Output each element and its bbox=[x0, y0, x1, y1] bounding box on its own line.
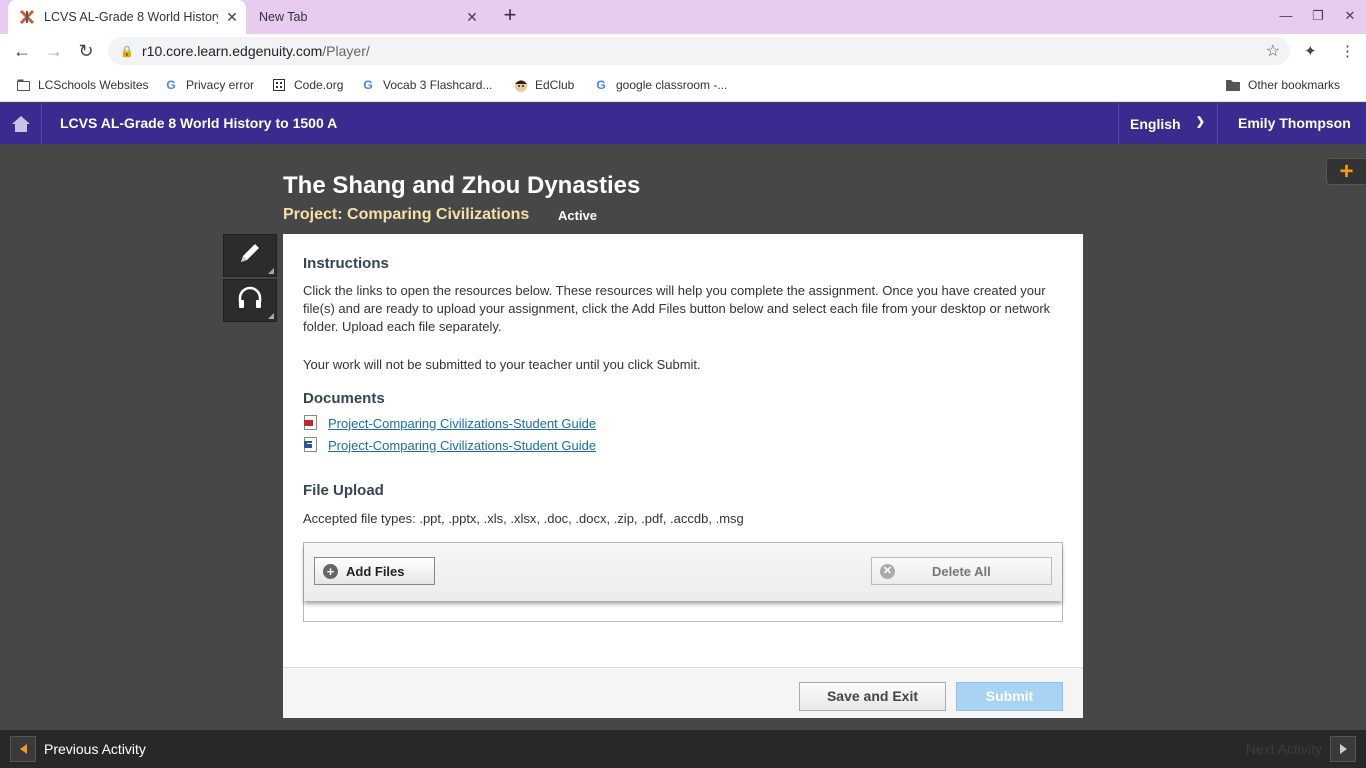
activity-status: Active bbox=[558, 208, 598, 223]
add-files-label: Add Files bbox=[346, 563, 405, 579]
edgenuity-favicon-icon bbox=[18, 8, 36, 26]
bookmark-label: LCSchools Websites bbox=[38, 77, 149, 92]
document-link[interactable]: Project-Comparing Civilizations-Student … bbox=[303, 415, 596, 431]
bookmark-label: Code.org bbox=[294, 77, 344, 92]
pencil-icon bbox=[237, 240, 263, 271]
previous-activity-label: Previous Activity bbox=[44, 741, 146, 757]
uploader-toolbar: + Add Files ✕ Delete All bbox=[304, 543, 1062, 601]
tab-title: New Tab bbox=[259, 10, 308, 24]
url-host: r10.core.learn.edgenuity.com bbox=[142, 43, 323, 59]
assignment-panel: Instructions Click the links to open the… bbox=[283, 234, 1083, 718]
lock-icon: 🔒 bbox=[120, 45, 134, 58]
other-bookmarks[interactable]: Other bookmarks bbox=[1226, 68, 1340, 101]
google-icon: G bbox=[166, 77, 176, 92]
bookmark-item[interactable]: EdClub bbox=[513, 68, 574, 101]
browser-tab-active[interactable]: LCVS AL-Grade 8 World History t ✕ bbox=[8, 0, 246, 34]
expand-plus-icon[interactable]: + bbox=[1326, 158, 1366, 185]
lesson-title: The Shang and Zhou Dynasties bbox=[283, 172, 641, 199]
bookmarks-bar: LCSchools Websites G Privacy error Code.… bbox=[0, 68, 1366, 102]
language-select[interactable]: English ❯ bbox=[1118, 103, 1218, 144]
document-link[interactable]: Project-Comparing Civilizations-Student … bbox=[303, 437, 596, 453]
save-and-exit-button[interactable]: Save and Exit bbox=[799, 682, 946, 711]
page-icon bbox=[16, 78, 30, 92]
file-uploader: + Add Files ✕ Delete All bbox=[303, 542, 1063, 622]
course-title: LCVS AL-Grade 8 World History to 1500 A bbox=[60, 115, 338, 131]
pdf-icon bbox=[303, 415, 319, 431]
bookmark-item[interactable]: Code.org bbox=[272, 68, 343, 101]
tab-close-icon[interactable]: ✕ bbox=[458, 9, 486, 26]
bookmark-star-icon[interactable]: ☆ bbox=[1266, 41, 1280, 61]
x-circle-icon: ✕ bbox=[880, 563, 895, 579]
next-activity-button[interactable]: Next Activity bbox=[1246, 736, 1356, 762]
url-text: r10.core.learn.edgenuity.com/Player/ bbox=[142, 43, 370, 59]
bookmark-label: Privacy error bbox=[186, 77, 255, 92]
bookmark-item[interactable]: G Vocab 3 Flashcard... bbox=[361, 68, 492, 101]
folder-icon bbox=[1226, 78, 1240, 92]
tab-title: LCVS AL-Grade 8 World History t bbox=[44, 10, 218, 24]
documents-heading: Documents bbox=[303, 390, 385, 407]
activity-footer: Previous Activity Next Activity bbox=[0, 730, 1366, 768]
instructions-text: Click the links to open the resources be… bbox=[303, 283, 1051, 334]
other-bookmarks-label: Other bookmarks bbox=[1248, 77, 1341, 92]
delete-all-label: Delete All bbox=[932, 563, 991, 579]
left-arrow-icon bbox=[10, 736, 36, 762]
bookmark-item[interactable]: LCSchools Websites bbox=[16, 68, 149, 101]
headphones-icon bbox=[237, 286, 263, 315]
app-header: LCVS AL-Grade 8 World History to 1500 A … bbox=[0, 103, 1366, 144]
url-path: /Player/ bbox=[322, 43, 370, 59]
activity-title: Project: Comparing Civilizations bbox=[283, 206, 530, 223]
plus-circle-icon: + bbox=[323, 563, 338, 579]
tool-corner bbox=[268, 313, 274, 319]
previous-activity-button[interactable]: Previous Activity bbox=[10, 736, 146, 762]
document-link-text[interactable]: Project-Comparing Civilizations-Student … bbox=[328, 438, 596, 453]
delete-all-button[interactable]: ✕ Delete All bbox=[871, 557, 1052, 585]
reload-icon[interactable]: ↻ bbox=[74, 40, 98, 62]
google-icon: G bbox=[363, 77, 373, 92]
document-link-text[interactable]: Project-Comparing Civilizations-Student … bbox=[328, 416, 596, 431]
restore-icon[interactable]: ❐ bbox=[1304, 8, 1332, 24]
extensions-puzzle-icon[interactable]: ✦ bbox=[1304, 42, 1317, 60]
submit-note: Your work will not be submitted to your … bbox=[303, 357, 701, 372]
chevron-down-icon: ❯ bbox=[1195, 116, 1205, 128]
user-name[interactable]: Emily Thompson bbox=[1238, 103, 1351, 144]
apps-icon bbox=[272, 78, 286, 92]
bookmark-item[interactable]: G Privacy error bbox=[164, 68, 254, 101]
minimize-icon[interactable]: — bbox=[1272, 8, 1300, 23]
submit-button[interactable]: Submit bbox=[956, 682, 1063, 711]
browser-tab-new[interactable]: New Tab ✕ bbox=[250, 0, 486, 34]
bookmark-label: EdClub bbox=[535, 77, 575, 92]
bookmark-item[interactable]: G google classroom -... bbox=[594, 68, 727, 101]
browser-toolbar: ← → ↻ 🔒 r10.core.learn.edgenuity.com/Pla… bbox=[0, 34, 1366, 68]
google-icon: G bbox=[596, 77, 606, 92]
bookmark-label: google classroom -... bbox=[616, 77, 728, 92]
audio-tool[interactable] bbox=[223, 279, 277, 322]
tab-close-icon[interactable]: ✕ bbox=[218, 9, 246, 26]
pencil-tool[interactable] bbox=[223, 234, 277, 277]
panel-footer: Save and Exit Submit bbox=[283, 667, 1083, 718]
browser-tab-strip: LCVS AL-Grade 8 World History t ✕ New Ta… bbox=[0, 0, 1366, 34]
back-arrow-icon[interactable]: ← bbox=[10, 40, 34, 62]
right-arrow-icon bbox=[1330, 736, 1356, 762]
accepted-file-types: Accepted file types: .ppt, .pptx, .xls, … bbox=[303, 511, 744, 526]
language-label: English bbox=[1130, 115, 1181, 132]
new-tab-plus-icon[interactable]: + bbox=[498, 4, 522, 28]
file-upload-heading: File Upload bbox=[303, 482, 384, 499]
forward-arrow-icon[interactable]: → bbox=[42, 40, 66, 62]
add-files-button[interactable]: + Add Files bbox=[314, 557, 435, 585]
tool-corner bbox=[268, 268, 274, 274]
bookmark-label: Vocab 3 Flashcard... bbox=[383, 77, 493, 92]
address-bar[interactable]: 🔒 r10.core.learn.edgenuity.com/Player/ ☆ bbox=[108, 37, 1290, 65]
home-icon[interactable] bbox=[0, 103, 42, 144]
browser-menu-icon[interactable]: ⋮ bbox=[1340, 42, 1355, 60]
edclub-icon bbox=[513, 78, 527, 92]
instructions-heading: Instructions bbox=[303, 255, 389, 272]
word-doc-icon bbox=[303, 437, 319, 453]
window-close-icon[interactable]: ✕ bbox=[1336, 8, 1364, 24]
next-activity-label: Next Activity bbox=[1245, 741, 1322, 757]
